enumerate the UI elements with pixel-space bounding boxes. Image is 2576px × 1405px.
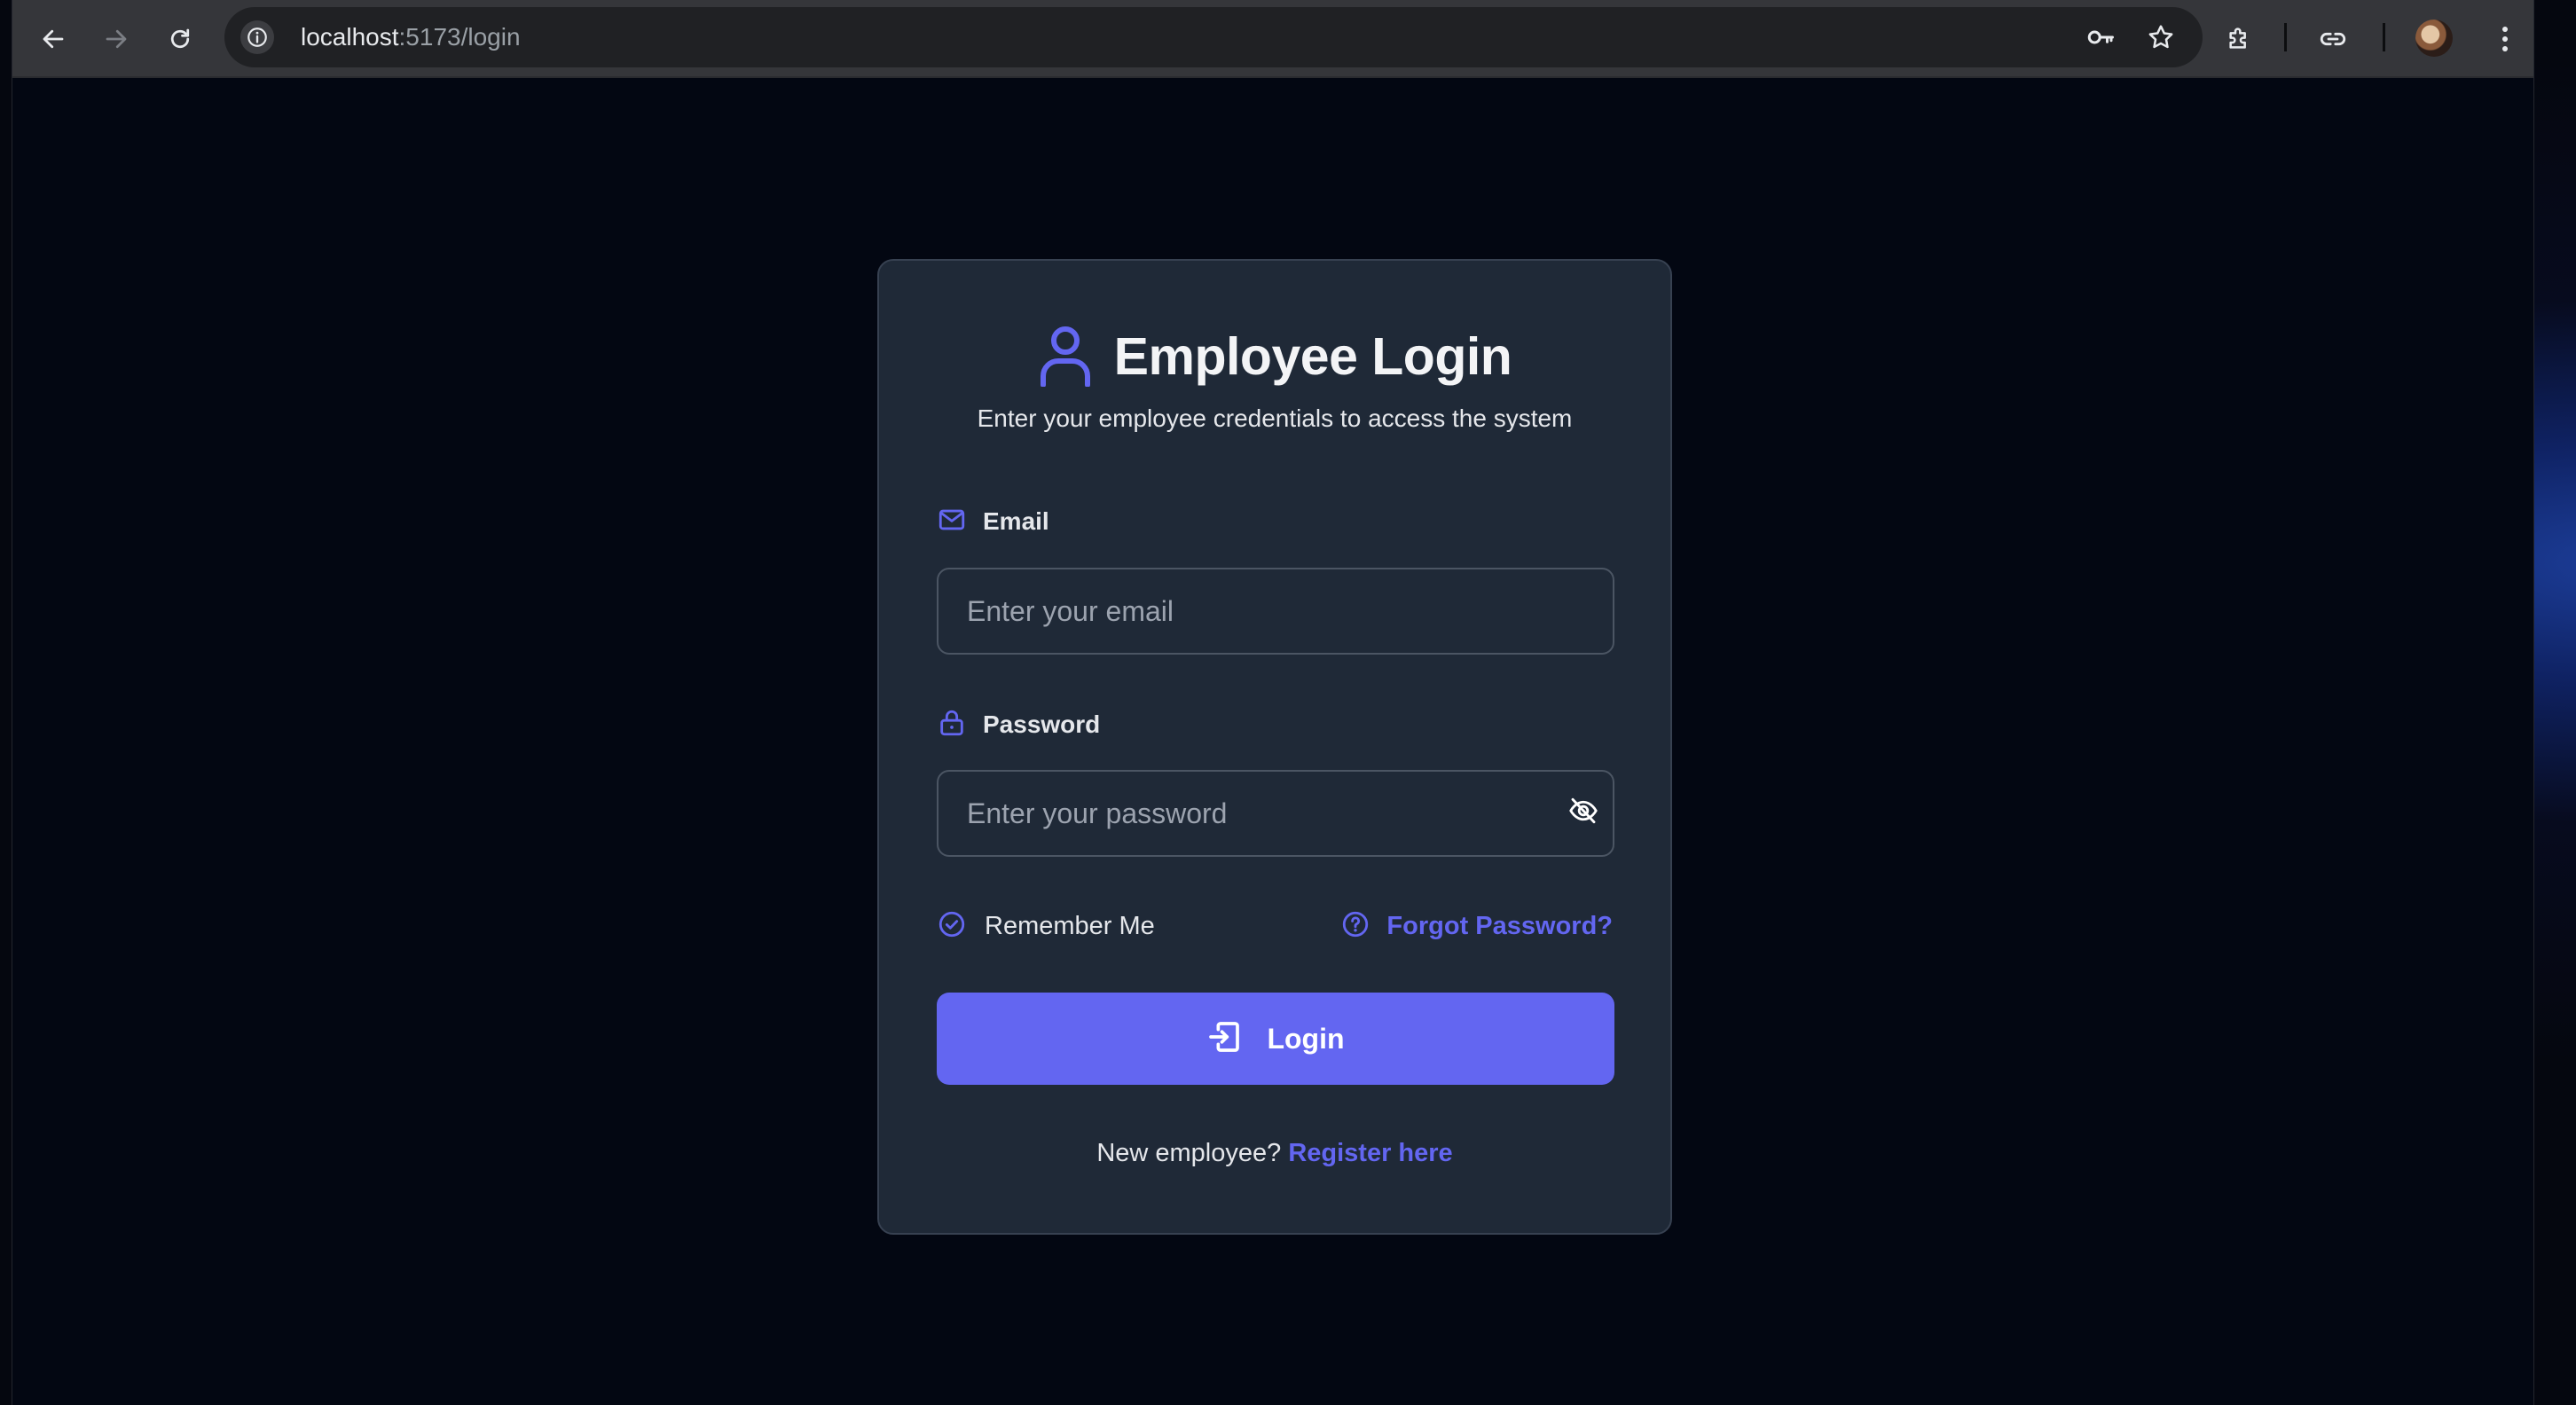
key-icon[interactable] — [2083, 20, 2118, 55]
email-label: Email — [983, 507, 1049, 535]
url-host: localhost — [301, 23, 399, 51]
more-vert-icon[interactable] — [2492, 20, 2518, 59]
reload-icon[interactable] — [160, 19, 200, 59]
card-header: Employee Login — [879, 321, 1670, 392]
register-prompt-text: New employee? — [1096, 1139, 1282, 1167]
toggle-password-visibility-button[interactable] — [1566, 795, 1601, 830]
password-label-row: Password — [937, 707, 1100, 742]
page-subtitle: Enter your employee credentials to acces… — [977, 404, 1573, 432]
email-field[interactable] — [937, 568, 1614, 655]
check-circle-icon — [937, 909, 967, 944]
address-bar[interactable]: localhost:5173/login — [224, 7, 2203, 67]
login-button-label: Login — [1267, 1022, 1345, 1055]
forward-arrow-icon[interactable] — [96, 19, 137, 59]
forgot-password-link[interactable]: Forgot Password? — [1340, 908, 1613, 944]
browser-window: localhost:5173/login Employee Login Ente… — [12, 0, 2534, 1405]
profile-avatar[interactable] — [2415, 20, 2453, 57]
star-icon[interactable] — [2143, 20, 2179, 55]
password-label: Password — [983, 710, 1101, 738]
mail-icon — [937, 505, 967, 539]
back-arrow-icon[interactable] — [33, 19, 74, 59]
extensions-icon[interactable] — [2219, 20, 2258, 59]
register-link[interactable]: Register here — [1288, 1139, 1452, 1167]
forgot-password-label: Forgot Password? — [1386, 911, 1613, 940]
lock-icon — [937, 708, 967, 742]
url-text[interactable]: localhost:5173/login — [301, 7, 521, 67]
help-circle-icon — [1340, 909, 1370, 944]
password-field[interactable] — [937, 770, 1614, 857]
link-icon[interactable] — [2313, 20, 2352, 59]
url-path: :5173/login — [398, 23, 521, 51]
toolbar-divider — [2284, 23, 2287, 51]
toolbar-divider — [2383, 23, 2385, 51]
email-label-row: Email — [937, 504, 1049, 539]
remember-me-toggle[interactable]: Remember Me — [937, 908, 1155, 944]
log-in-icon — [1206, 1019, 1242, 1059]
page-title: Employee Login — [1113, 327, 1512, 386]
login-card: Employee Login Enter your employee crede… — [877, 259, 1672, 1235]
browser-toolbar: localhost:5173/login — [12, 0, 2533, 78]
remember-me-label: Remember Me — [985, 911, 1155, 940]
login-button[interactable]: Login — [937, 993, 1614, 1085]
register-prompt: New employee? Register here — [879, 1139, 1670, 1168]
user-icon — [1038, 323, 1093, 391]
eye-off-icon — [1567, 795, 1599, 831]
info-icon[interactable] — [240, 20, 274, 54]
